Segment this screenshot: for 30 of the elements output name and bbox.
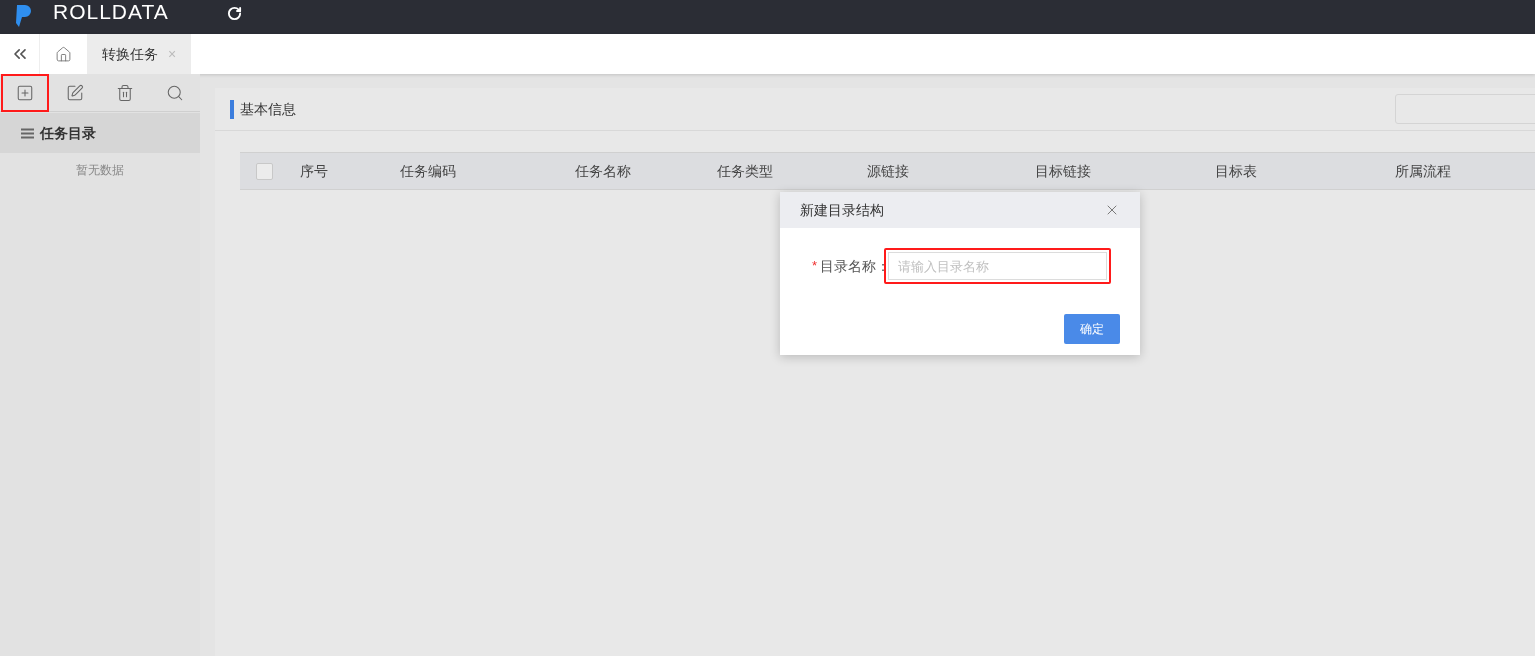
tree-title: 任务目录 bbox=[40, 123, 96, 143]
trash-icon bbox=[116, 83, 134, 102]
column-header: 任务名称 bbox=[575, 161, 632, 181]
required-mark: * bbox=[812, 257, 818, 276]
confirm-button[interactable]: 确定 bbox=[1064, 314, 1120, 344]
refresh-icon[interactable] bbox=[226, 5, 242, 21]
add-icon bbox=[16, 83, 34, 102]
empty-message: 暂无数据 bbox=[75, 162, 125, 179]
home-icon bbox=[55, 45, 72, 63]
name-input[interactable]: 请输入目录名称 bbox=[888, 252, 1108, 280]
column-header: 所属流程 bbox=[1395, 161, 1452, 181]
section-marker bbox=[230, 99, 234, 119]
column-header: 序号 bbox=[300, 161, 329, 181]
field-label: 目录名称： bbox=[820, 256, 891, 276]
tab-label: 转换任务 bbox=[102, 44, 158, 64]
brand-name: ROLLDATA bbox=[53, 0, 169, 26]
add-button[interactable] bbox=[1, 73, 49, 112]
column-header: 任务编码 bbox=[400, 161, 457, 181]
select-all-checkbox[interactable] bbox=[256, 162, 273, 180]
column-header: 任务类型 bbox=[717, 161, 774, 181]
logo-icon bbox=[15, 5, 31, 29]
tab[interactable]: 转换任务 × bbox=[87, 34, 192, 74]
column-header: 目标表 bbox=[1215, 161, 1258, 181]
column-header: 源链接 bbox=[867, 161, 910, 181]
section-title: 基本信息 bbox=[240, 99, 296, 119]
edit-icon bbox=[66, 83, 84, 102]
column-header: 目标链接 bbox=[1035, 161, 1092, 181]
menu-icon bbox=[21, 127, 34, 139]
dialog-title: 新建目录结构 bbox=[800, 200, 884, 220]
search-icon bbox=[166, 83, 184, 102]
